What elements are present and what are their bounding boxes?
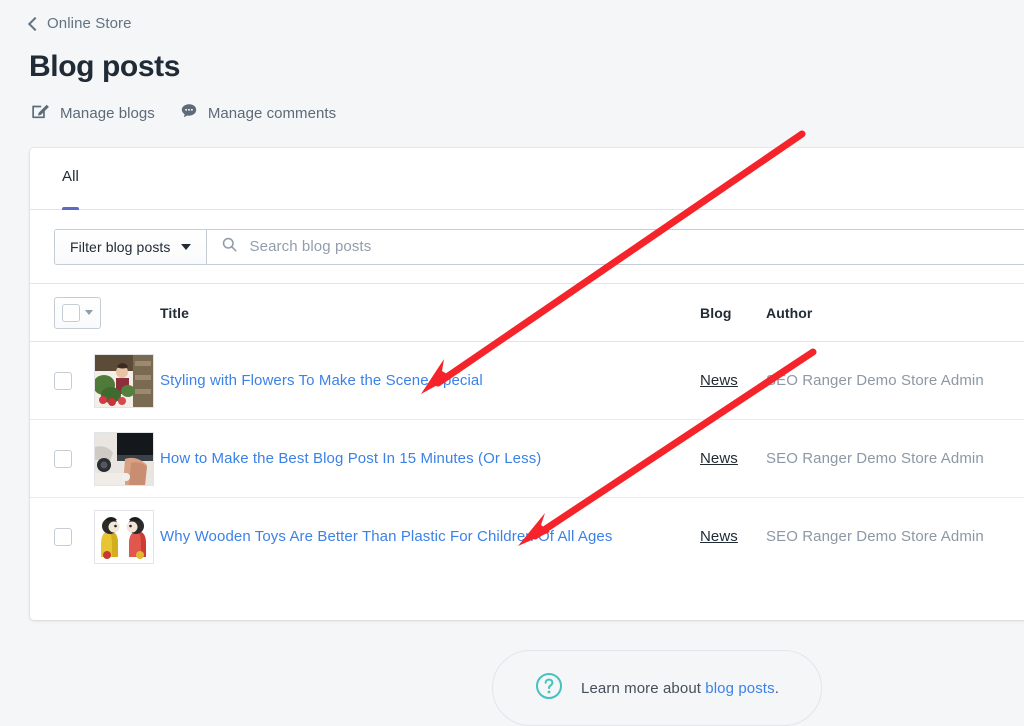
florist-arranging-flowers-thumbnail <box>94 353 154 408</box>
filter-blog-posts-button[interactable]: Filter blog posts <box>55 229 207 264</box>
row-checkbox-cell <box>30 371 94 390</box>
manage-blogs-label: Manage blogs <box>60 104 155 122</box>
table-row[interactable]: How to Make the Best Blog Post In 15 Min… <box>30 420 1024 498</box>
checkbox-unchecked-icon[interactable] <box>54 449 72 468</box>
edit-pencil-square-icon <box>30 100 51 126</box>
row-title-cell: Styling with Flowers To Make the Scene S… <box>160 372 700 390</box>
row-blog-cell: News <box>700 528 766 546</box>
two-wooden-toy-figures-thumbnail <box>94 510 154 564</box>
table-header-row: Title Blog Author <box>30 284 1024 342</box>
blog-post-title-link[interactable]: How to Make the Best Blog Post In 15 Min… <box>160 450 541 467</box>
hands-typing-on-laptop-thumbnail <box>94 431 154 486</box>
tab-all[interactable]: All <box>50 148 91 210</box>
blog-name-link[interactable]: News <box>700 450 738 467</box>
filter-blog-posts-label: Filter blog posts <box>70 238 171 255</box>
column-header-title[interactable]: Title <box>160 305 700 321</box>
manage-comments-label: Manage comments <box>207 104 337 122</box>
comment-bubble-icon <box>179 101 199 126</box>
breadcrumb-label: Online Store <box>47 15 132 32</box>
tab-all-label: All <box>62 168 79 185</box>
row-checkbox-cell <box>30 528 94 546</box>
tab-active-indicator <box>62 207 79 210</box>
row-title-cell: Why Wooden Toys Are Better Than Plastic … <box>160 528 700 546</box>
row-blog-cell: News <box>700 372 766 390</box>
caret-down-icon <box>180 243 191 250</box>
manage-blogs-link[interactable]: Manage blogs <box>30 100 155 126</box>
blog-post-title-link[interactable]: Styling with Flowers To Make the Scene S… <box>160 372 483 389</box>
row-author-cell: SEO Ranger Demo Store Admin <box>766 372 1024 390</box>
learn-more-prefix: Learn more about <box>581 679 706 697</box>
column-header-author[interactable]: Author <box>766 305 1024 321</box>
filter-row: Filter blog posts <box>30 210 1024 284</box>
checkbox-unchecked-icon[interactable] <box>62 303 80 322</box>
table-row[interactable]: Styling with Flowers To Make the Scene S… <box>30 342 1024 420</box>
author-name: SEO Ranger Demo Store Admin <box>766 449 984 467</box>
checkbox-unchecked-icon[interactable] <box>54 371 72 390</box>
row-author-cell: SEO Ranger Demo Store Admin <box>766 450 1024 468</box>
row-thumbnail-cell <box>94 510 160 564</box>
question-mark-circle-icon <box>535 672 563 705</box>
learn-more-text: Learn more about blog posts. <box>581 680 779 697</box>
row-thumbnail-cell <box>94 353 160 408</box>
column-header-blog[interactable]: Blog <box>700 305 766 321</box>
breadcrumb[interactable]: Online Store <box>27 15 132 32</box>
checkbox-unchecked-icon[interactable] <box>54 528 72 546</box>
blog-name-link[interactable]: News <box>700 528 738 545</box>
caret-down-icon[interactable] <box>85 310 93 315</box>
filter-search-group: Filter blog posts <box>54 228 1024 265</box>
chevron-left-icon <box>27 16 43 31</box>
search-input[interactable] <box>247 237 1024 256</box>
blog-posts-help-link[interactable]: blog posts <box>705 680 774 697</box>
table-row[interactable]: Why Wooden Toys Are Better Than Plastic … <box>30 498 1024 576</box>
bulk-select-cell <box>30 296 160 329</box>
row-blog-cell: News <box>700 450 766 468</box>
author-name: SEO Ranger Demo Store Admin <box>766 371 984 389</box>
author-name: SEO Ranger Demo Store Admin <box>766 528 984 545</box>
blog-post-title-link[interactable]: Why Wooden Toys Are Better Than Plastic … <box>160 528 612 545</box>
select-all-control[interactable] <box>54 296 101 329</box>
blog-posts-card: All Filter blog posts Search blog posts … <box>30 148 1024 620</box>
tab-bar: All <box>30 148 1024 210</box>
blog-posts-page: Online Store Blog posts Manage blogs Man… <box>0 0 1024 726</box>
learn-more-period: . <box>774 679 779 697</box>
row-thumbnail-cell <box>94 431 160 486</box>
row-author-cell: SEO Ranger Demo Store Admin <box>766 528 1024 546</box>
manage-comments-link[interactable]: Manage comments <box>179 101 336 126</box>
learn-more-help-banner: Learn more about blog posts. <box>492 650 822 726</box>
search-icon <box>221 236 238 258</box>
row-checkbox-cell <box>30 449 94 468</box>
row-title-cell: How to Make the Best Blog Post In 15 Min… <box>160 450 700 468</box>
search-field-wrapper[interactable] <box>206 229 1024 264</box>
page-title: Blog posts <box>29 50 180 83</box>
header-actions: Manage blogs Manage comments <box>30 100 336 126</box>
blog-name-link[interactable]: News <box>700 372 738 389</box>
